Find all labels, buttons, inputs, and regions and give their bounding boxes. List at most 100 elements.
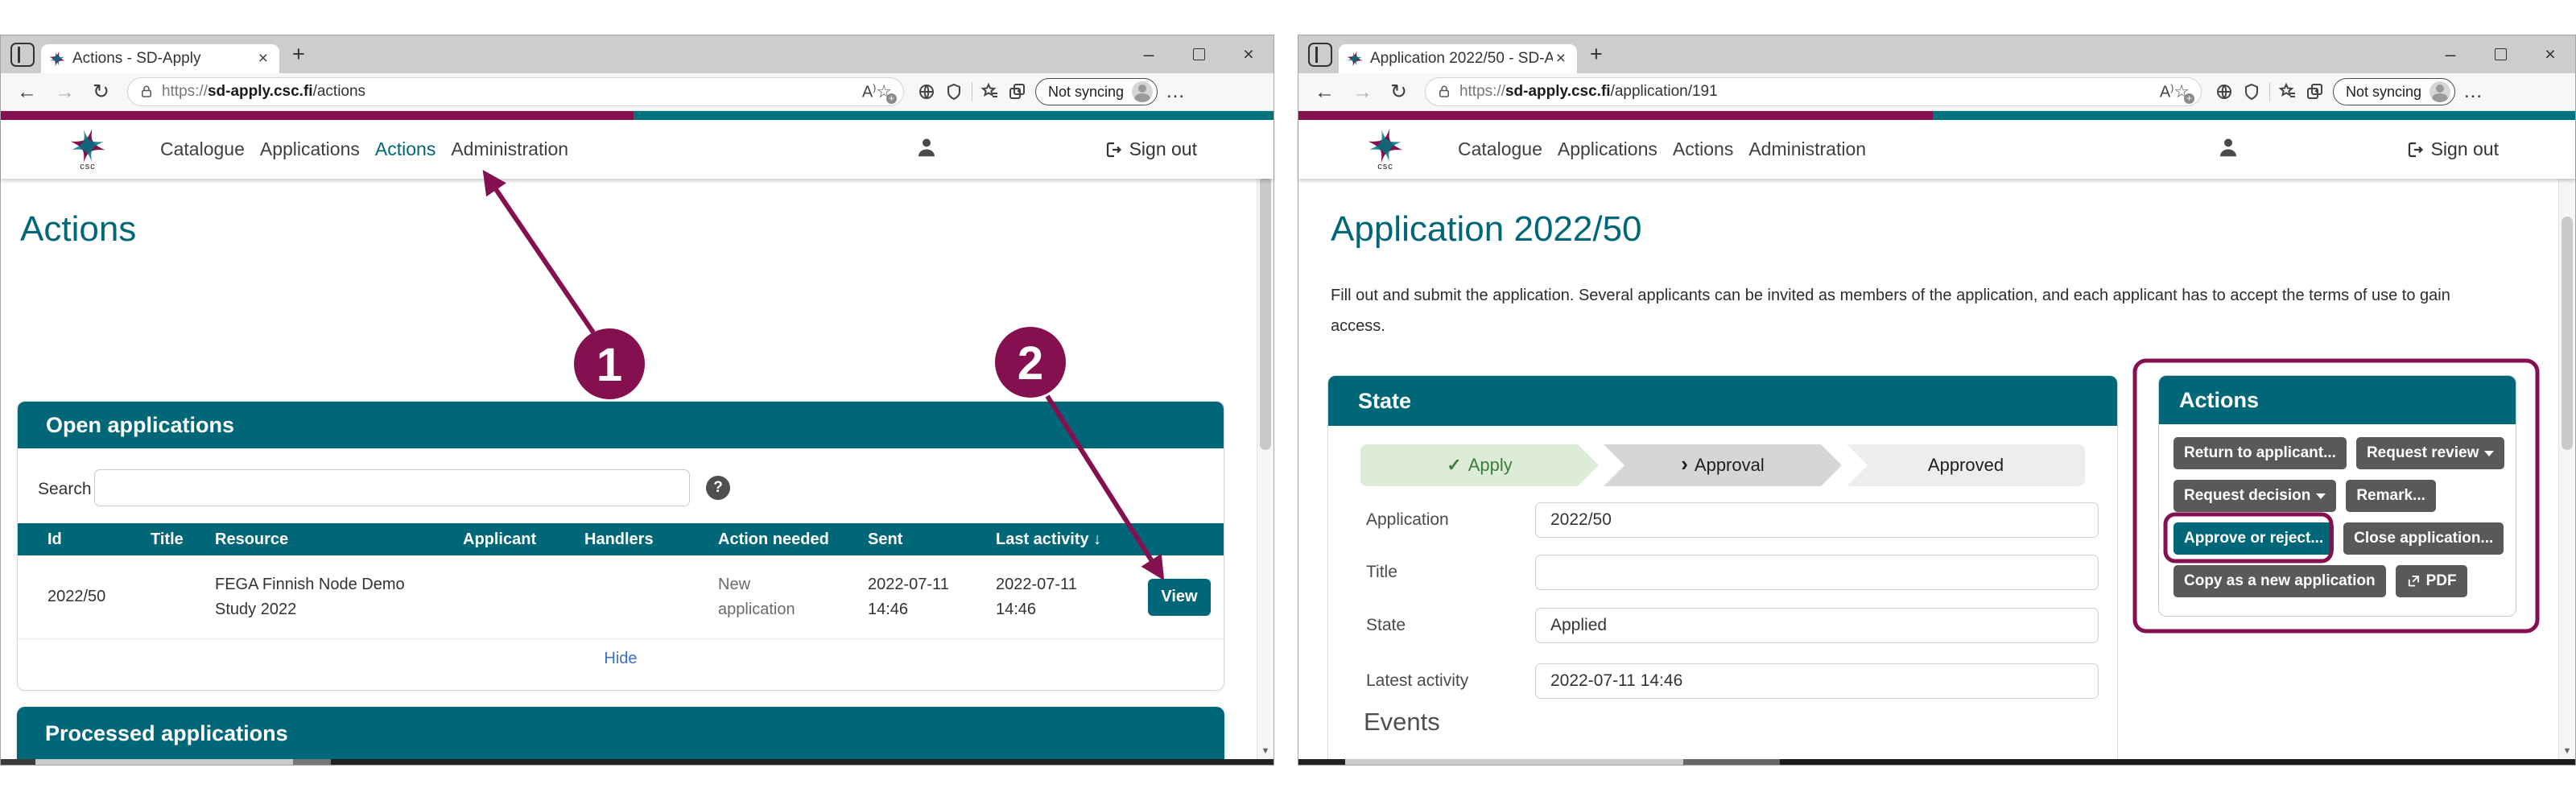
back-button[interactable]: ← [1310,82,1340,102]
caret-down-icon [2484,451,2494,456]
help-icon[interactable]: ? [706,476,730,500]
request-review-button[interactable]: Request review [2356,437,2504,469]
brand-ribbon-magenta [1298,111,1933,120]
page-content: Application 2022/50 Fill out and submit … [1298,179,2575,759]
address-bar[interactable]: https://sd-apply.csc.fi/application/191 … [1425,77,2202,106]
browser-toolbar: ← → ↻ https://sd-apply.csc.fi/applicatio… [1298,73,2575,111]
hscrollbar-thumb[interactable] [35,759,293,765]
new-tab-button[interactable]: + [292,43,305,65]
col-last-activity[interactable]: Last activity ↓ [996,530,1148,549]
close-button[interactable]: × [2525,35,2575,73]
hscrollbar-thumb[interactable] [1345,759,1683,765]
scrollbar-thumb[interactable] [1260,176,1271,450]
page-title: Application 2022/50 [1331,209,1642,250]
profile-not-syncing-button[interactable]: Not syncing [2333,78,2455,105]
read-aloud-icon[interactable]: A) [2160,82,2174,102]
pdf-button[interactable]: PDF [2396,565,2467,597]
cell-action-needed: Newapplication [718,572,868,622]
workflow-steps: ✓Apply ›Approval Approved [1360,444,2085,486]
refresh-button[interactable]: ↻ [1385,82,1412,102]
nav-item-catalogue[interactable]: Catalogue [160,138,245,160]
col-id[interactable]: Id [47,530,151,549]
nav-item-administration[interactable]: Administration [451,138,568,160]
settings-more-icon[interactable]: … [2463,80,2484,103]
scroll-down-icon[interactable]: ▼ [2559,746,2575,756]
split-screen-icon[interactable] [1008,82,1027,101]
brand-ribbon-magenta [1,111,634,120]
nav-item-administration[interactable]: Administration [1748,138,1866,160]
search-input[interactable] [94,469,690,506]
nav-item-catalogue[interactable]: Catalogue [1458,138,1542,160]
tab-close-icon[interactable]: × [255,49,271,68]
browser-toolbar: ← → ↻ https://sd-apply.csc.fi/actions A)… [1,73,1274,111]
col-title[interactable]: Title [151,530,215,549]
return-to-applicant-button[interactable]: Return to applicant... [2174,437,2347,469]
minimize-button[interactable]: – [2425,35,2475,73]
nav-item-applications[interactable]: Applications [1558,138,1657,160]
settings-more-icon[interactable]: … [1166,80,1187,103]
browser-essentials-icon[interactable] [944,82,964,101]
close-application-button[interactable]: Close application... [2343,522,2504,555]
sign-out-icon [1104,140,1123,159]
vertical-scrollbar[interactable]: ▲ ▼ [1257,120,1274,759]
back-button[interactable]: ← [12,82,42,102]
csc-logo-label: csc [80,162,96,171]
nav-item-actions[interactable]: Actions [1673,138,1733,160]
copy-as-new-application-button[interactable]: Copy as a new application [2174,565,2386,597]
tracking-prevention-icon[interactable] [2215,82,2234,101]
horizontal-scrollbar[interactable] [1,759,1274,765]
browser-window-actions: Actions - SD-Apply × + – × ← → ↻ https:/… [0,35,1274,766]
sort-desc-icon: ↓ [1093,530,1101,548]
new-tab-button[interactable]: + [1590,43,1603,65]
sign-out-button[interactable]: Sign out [1104,138,1197,160]
address-bar[interactable]: https://sd-apply.csc.fi/actions A) ☆+ [127,77,904,106]
scroll-down-icon[interactable]: ▼ [1257,746,1274,756]
nav-item-actions[interactable]: Actions [375,138,436,160]
step-apply: ✓Apply [1360,444,1599,486]
page-content: Actions Open applications Search ? Id Ti… [1,179,1274,759]
forward-button: → [1348,82,1377,102]
horizontal-scrollbar[interactable] [1298,759,2575,765]
split-screen-icon[interactable] [2306,82,2325,101]
tab-close-icon[interactable]: × [1553,49,1569,68]
hide-link[interactable]: Hide [18,650,1224,668]
nav-item-applications[interactable]: Applications [260,138,360,160]
col-sent[interactable]: Sent [868,530,996,549]
account-icon[interactable] [2216,135,2240,163]
request-decision-button[interactable]: Request decision [2174,480,2336,512]
col-action-needed[interactable]: Action needed [718,530,868,549]
scrollbar-thumb[interactable] [2562,217,2573,450]
read-aloud-icon[interactable]: A) [862,82,876,102]
vertical-tabs-icon[interactable] [1308,43,1332,67]
account-icon[interactable] [914,135,939,163]
minimize-button[interactable]: – [1124,35,1174,73]
favorites-icon[interactable] [2278,82,2297,101]
col-resource[interactable]: Resource [215,530,463,549]
col-handlers[interactable]: Handlers [584,530,718,549]
favorites-icon[interactable] [980,82,1000,101]
add-favorite-icon[interactable]: ☆+ [2174,81,2190,102]
refresh-button[interactable]: ↻ [88,82,114,102]
approve-or-reject-button[interactable]: Approve or reject... [2174,522,2334,555]
profile-not-syncing-button[interactable]: Not syncing [1035,78,1158,105]
sign-out-button[interactable]: Sign out [2405,138,2499,160]
vertical-tabs-icon[interactable] [10,43,35,67]
close-button[interactable]: × [1224,35,1274,73]
maximize-button[interactable] [1174,35,1224,73]
sign-out-label: Sign out [2431,138,2499,160]
vertical-scrollbar[interactable]: ▲ ▼ [2558,120,2575,759]
add-favorite-icon[interactable]: ☆+ [876,81,892,102]
cell-last-activity: 2022-07-1114:46 [996,572,1148,622]
col-applicant[interactable]: Applicant [463,530,584,549]
tab-actions[interactable]: Actions - SD-Apply × [41,44,279,73]
actions-panel-header: Actions [2159,376,2516,424]
tab-application[interactable]: Application 2022/50 - SD-Apply × [1339,44,1577,73]
remark-button[interactable]: Remark... [2346,480,2436,512]
profile-avatar [2429,81,2450,102]
tracking-prevention-icon[interactable] [917,82,936,101]
browser-essentials-icon[interactable] [2242,82,2261,101]
csc-logo: csc [65,128,110,171]
view-button[interactable]: View [1148,579,1211,616]
state-panel-header: State [1328,376,2117,426]
maximize-button[interactable] [2475,35,2525,73]
